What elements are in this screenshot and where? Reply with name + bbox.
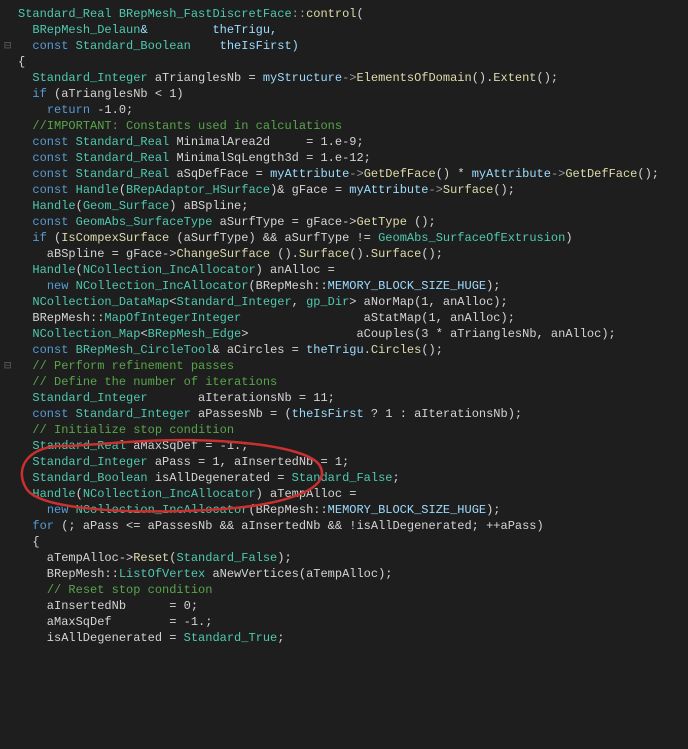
code-line: new NCollection_IncAllocator(BRepMesh::M… [0,502,688,518]
code-line: Standard_Boolean isAllDegenerated = Stan… [0,470,688,486]
code-line: Standard_Real BRepMesh_FastDiscretFace::… [0,6,688,22]
token-comment: // Perform refinement passes [32,359,234,373]
code-line: ⊟ // Perform refinement passes [0,358,688,374]
code-line: aMaxSqDef = -1.; [0,614,688,630]
code-line: const Handle(BRepAdaptor_HSurface)& gFac… [0,182,688,198]
code-line: BRepMesh_Delaun& theTrigu, [0,22,688,38]
code-line: Standard_Integer aIterationsNb = 11; [0,390,688,406]
code-line: Handle(Geom_Surface) aBSpline; [0,198,688,214]
code-line: if (IsCompexSurface (aSurfType) && aSurf… [0,230,688,246]
token-comment: // Define the number of iterations [32,375,277,389]
fold-icon[interactable]: ⊟ [4,38,14,54]
fold-icon[interactable]: ⊟ [4,358,14,374]
code-line: NCollection_Map<BRepMesh_Edge> aCouples(… [0,326,688,342]
code-line: // Define the number of iterations [0,374,688,390]
token-comment: // Reset stop condition [47,583,213,597]
code-line: const BRepMesh_CircleTool& aCircles = th… [0,342,688,358]
code-line: const Standard_Integer aPassesNb = (theI… [0,406,688,422]
code-line: BRepMesh::MapOfIntegerInteger aStatMap(1… [0,310,688,326]
code-line: Standard_Integer aTrianglesNb = myStruct… [0,70,688,86]
code-line: //IMPORTANT: Constants used in calculati… [0,118,688,134]
code-line: { [0,534,688,550]
code-line: aBSpline = gFace->ChangeSurface ().Surfa… [0,246,688,262]
token-comment: //IMPORTANT: Constants used in calculati… [32,119,342,133]
token-function: control [306,7,356,21]
code-line: return -1.0; [0,102,688,118]
code-line: NCollection_DataMap<Standard_Integer, gp… [0,294,688,310]
token-type: BRepMesh_Delaun [32,23,140,37]
code-line: const GeomAbs_SurfaceType aSurfType = gF… [0,214,688,230]
code-line: Standard_Real aMaxSqDef = -1.; [0,438,688,454]
code-line: const Standard_Real aSqDefFace = myAttri… [0,166,688,182]
code-line: Handle(NCollection_IncAllocator) aTempAl… [0,486,688,502]
code-line: const Standard_Real MinimalArea2d = 1.e-… [0,134,688,150]
code-line: Handle(NCollection_IncAllocator) anAlloc… [0,262,688,278]
code-line: // Initialize stop condition [0,422,688,438]
code-line: // Reset stop condition [0,582,688,598]
code-line: for (; aPass <= aPassesNb && aInsertedNb… [0,518,688,534]
token-comment: // Initialize stop condition [32,423,234,437]
code-line: const Standard_Real MinimalSqLength3d = … [0,150,688,166]
code-line: aTempAlloc->Reset(Standard_False); [0,550,688,566]
token-type: Standard_Real [18,7,112,21]
code-line: if (aTrianglesNb < 1) [0,86,688,102]
code-editor[interactable]: Standard_Real BRepMesh_FastDiscretFace::… [0,0,688,652]
code-line: { [0,54,688,70]
token-type: BRepMesh_FastDiscretFace [119,7,292,21]
code-line: ⊟ const Standard_Boolean theIsFirst) [0,38,688,54]
code-line: BRepMesh::ListOfVertex aNewVertices(aTem… [0,566,688,582]
code-line: aInsertedNb = 0; [0,598,688,614]
code-line: new NCollection_IncAllocator(BRepMesh::M… [0,278,688,294]
code-line: Standard_Integer aPass = 1, aInsertedNb … [0,454,688,470]
code-line: isAllDegenerated = Standard_True; [0,630,688,646]
